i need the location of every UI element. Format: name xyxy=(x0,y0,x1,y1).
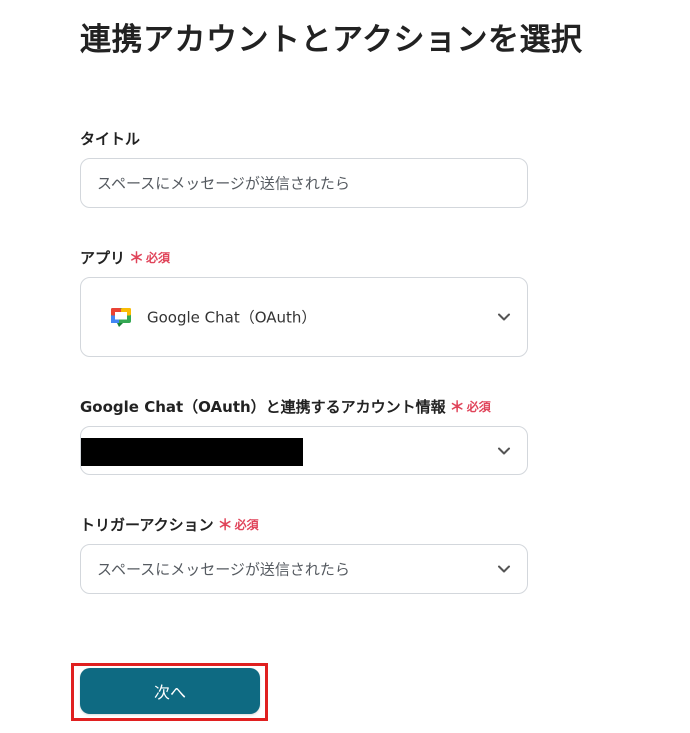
required-text: 必須 xyxy=(466,400,491,414)
required-star: ＊ xyxy=(449,398,465,416)
title-input-value: スペースにメッセージが送信されたら xyxy=(97,174,350,193)
required-star: ＊ xyxy=(217,516,233,534)
chevron-down-icon xyxy=(497,444,511,458)
required-badge: ＊ 必須 xyxy=(450,396,491,417)
required-badge: ＊ 必須 xyxy=(129,247,170,268)
app-field-label: アプリ ＊ 必須 xyxy=(80,247,170,268)
account-field-label: Google Chat（OAuth）と連携するアカウント情報 ＊ 必須 xyxy=(80,396,491,417)
app-field-label-text: アプリ xyxy=(80,249,126,267)
app-select[interactable]: Google Chat（OAuth） xyxy=(80,277,528,357)
trigger-field-label: トリガーアクション ＊ 必須 xyxy=(80,514,259,535)
required-text: 必須 xyxy=(146,251,171,265)
trigger-field-label-text: トリガーアクション xyxy=(80,516,214,534)
required-text: 必須 xyxy=(234,518,259,532)
chevron-down-icon xyxy=(497,562,511,576)
redacted-account-block xyxy=(81,438,303,466)
google-chat-icon xyxy=(109,305,133,329)
title-field-label-text: タイトル xyxy=(80,130,141,148)
title-field-label: タイトル xyxy=(80,128,140,149)
next-button[interactable]: 次へ xyxy=(80,668,260,714)
required-star: ＊ xyxy=(129,249,145,267)
account-select[interactable] xyxy=(80,426,528,475)
required-badge: ＊ 必須 xyxy=(218,514,259,535)
chevron-down-icon xyxy=(497,310,511,324)
page-title: 連携アカウントとアクションを選択 xyxy=(80,22,583,58)
app-select-value: Google Chat（OAuth） xyxy=(147,308,317,327)
account-field-label-text: Google Chat（OAuth）と連携するアカウント情報 xyxy=(80,398,446,416)
title-input[interactable]: スペースにメッセージが送信されたら xyxy=(80,158,528,208)
trigger-action-select[interactable]: スペースにメッセージが送信されたら xyxy=(80,544,528,594)
trigger-action-value: スペースにメッセージが送信されたら xyxy=(97,560,350,579)
